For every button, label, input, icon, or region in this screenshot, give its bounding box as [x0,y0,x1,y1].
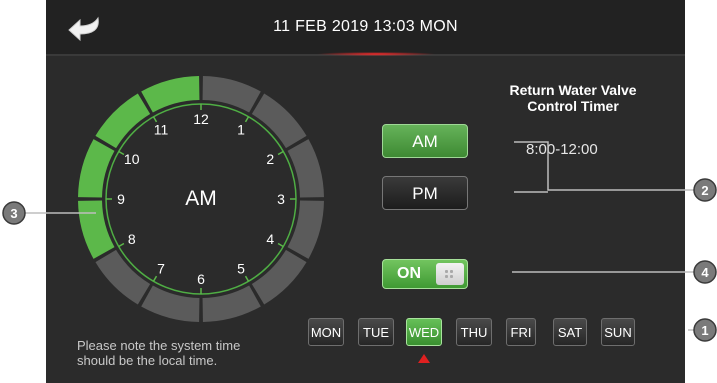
callout-line-2 [514,141,699,191]
callout-marker-3: 3 [2,201,26,225]
callout-marker-1: 1 [693,318,717,342]
callout-number-4: 4 [701,265,709,280]
callout-number-1: 1 [701,323,708,338]
callout-marker-2: 2 [693,178,717,202]
callout-number-2: 2 [701,183,708,198]
callout-number-3: 3 [10,206,17,221]
callout-marker-4: 4 [693,260,717,284]
callout-annotations: 3 2 4 1 [2,141,717,342]
